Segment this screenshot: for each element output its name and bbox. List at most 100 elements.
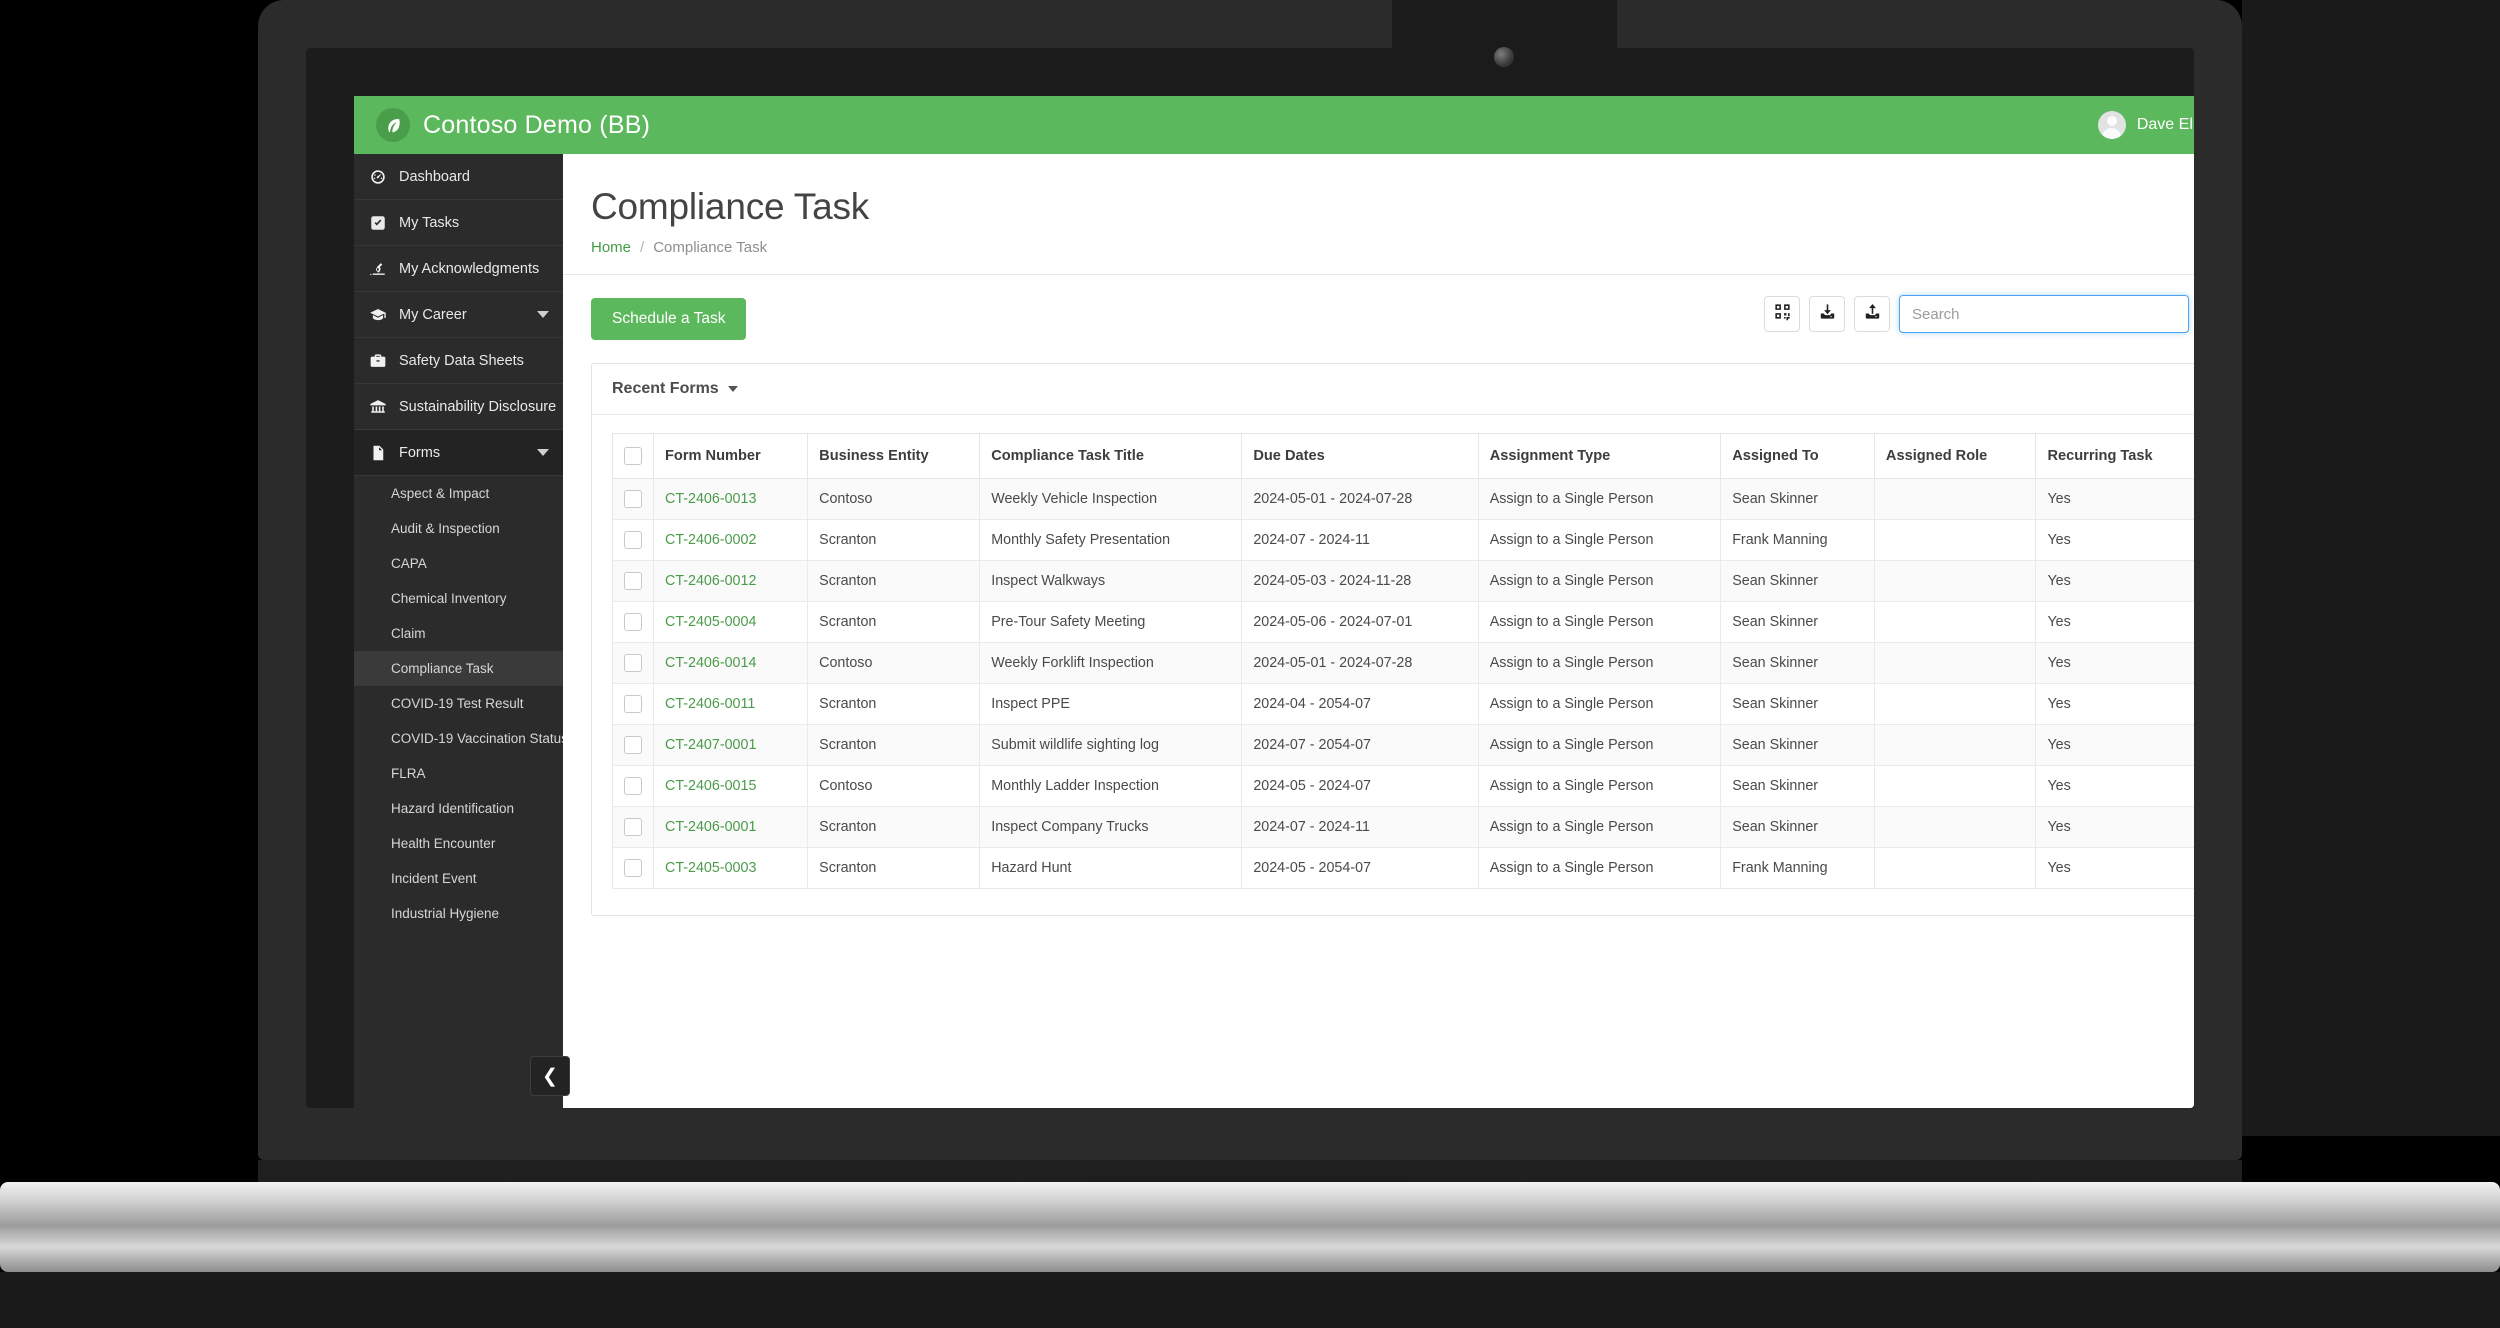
sidebar-subitem-label: Incident Event [391, 871, 477, 886]
sidebar-item-safety-data-sheets[interactable]: Safety Data Sheets [354, 338, 563, 384]
qr-code-button[interactable] [1764, 296, 1800, 332]
sidebar-subitem-chemical-inventory[interactable]: Chemical Inventory [354, 581, 563, 616]
cell-compliance-task-title: Weekly Vehicle Inspection [979, 478, 1243, 520]
chevron-down-icon[interactable] [537, 449, 549, 456]
cell-form-number[interactable]: CT-2406-0014 [652, 642, 809, 684]
qr-code-icon [1773, 302, 1792, 326]
sidebar-subitem-industrial-hygiene[interactable]: Industrial Hygiene [354, 896, 563, 931]
table-row[interactable]: CT-2406-0001 Scranton Inspect Company Truc… [612, 806, 2194, 848]
sidebar-item-label: Forms [399, 444, 441, 461]
table-row[interactable]: CT-2406-0002 Scranton Monthly Safety Prese… [612, 519, 2194, 561]
cell-assignment-type: Assign to a Single Person [1477, 765, 1722, 807]
table-row[interactable]: CT-2406-0015 Contoso Monthly Ladder Inspec… [612, 765, 2194, 807]
row-checkbox[interactable] [624, 531, 642, 549]
col-assignment-type[interactable]: Assignment Type [1477, 433, 1722, 479]
row-checkbox[interactable] [624, 695, 642, 713]
col-due-dates[interactable]: Due Dates [1241, 433, 1479, 479]
cell-business-entity: Scranton [807, 519, 981, 561]
signature-icon [368, 259, 387, 278]
sidebar-item-label: My Acknowledgments [399, 260, 540, 277]
table-row[interactable]: CT-2406-0011 Scranton Inspect PPE 2024-04 -… [612, 683, 2194, 725]
brand[interactable]: Contoso Demo (BB) [354, 108, 650, 142]
download-button[interactable] [1809, 296, 1845, 332]
sidebar-subitem-label: Health Encounter [391, 836, 496, 851]
table-row[interactable]: CT-2406-0013 Contoso Weekly Vehicle Inspec… [612, 478, 2194, 520]
sidebar-item-dashboard[interactable]: Dashboard [354, 154, 563, 200]
table-row[interactable]: CT-2406-0012 Scranton Inspect Walkways 2024… [612, 560, 2194, 602]
monitor-bezel: Contoso Demo (BB) Dave Elper Dashboard [306, 48, 2194, 1108]
sidebar-subitem-incident-event[interactable]: Incident Event [354, 861, 563, 896]
col-assigned-to[interactable]: Assigned To [1720, 433, 1875, 479]
row-checkbox[interactable] [624, 654, 642, 672]
cell-form-number[interactable]: CT-2406-0015 [652, 765, 809, 807]
cell-form-number[interactable]: CT-2406-0011 [652, 683, 809, 725]
sidebar-item-my-acknowledgments[interactable]: My Acknowledgments [354, 246, 563, 292]
col-compliance-task-title[interactable]: Compliance Task Title [979, 433, 1243, 479]
backdrop-block-1 [0, 0, 258, 130]
row-checkbox[interactable] [624, 777, 642, 795]
cell-form-number[interactable]: CT-2406-0013 [652, 478, 809, 520]
sidebar-collapse-button[interactable]: ❮ [530, 1056, 570, 1096]
user-menu[interactable]: Dave Elper [2097, 111, 2194, 139]
sidebar-subitem-covid-19-vaccination-status[interactable]: COVID-19 Vaccination Status [354, 721, 563, 756]
webcam-lens-icon [1494, 47, 1514, 67]
row-checkbox[interactable] [624, 613, 642, 631]
cell-form-number[interactable]: CT-2406-0002 [652, 519, 809, 561]
backdrop-block-2 [0, 146, 258, 301]
row-checkbox[interactable] [624, 490, 642, 508]
col-assigned-role[interactable]: Assigned Role [1873, 433, 2037, 479]
cell-form-number[interactable]: CT-2406-0001 [652, 806, 809, 848]
table-row[interactable]: CT-2405-0003 Scranton Hazard Hunt 2024-05 -… [612, 847, 2194, 889]
sidebar-subitem-capa[interactable]: CAPA [354, 546, 563, 581]
table-row[interactable]: CT-2405-0004 Scranton Pre-Tour Safety Meet… [612, 601, 2194, 643]
schedule-a-task-button[interactable]: Schedule a Task [591, 298, 747, 340]
upload-button[interactable] [1854, 296, 1890, 332]
cell-form-number[interactable]: CT-2405-0004 [652, 601, 809, 643]
sidebar-subitem-claim[interactable]: Claim [354, 616, 563, 651]
cell-business-entity: Scranton [807, 724, 981, 766]
cell-recurring-task: Yes [2035, 601, 2194, 643]
row-checkbox[interactable] [624, 736, 642, 754]
cell-due-dates: 2024-05 - 2024-07 [1241, 765, 1479, 807]
sidebar-subitem-aspect-impact[interactable]: Aspect & Impact [354, 476, 563, 511]
col-form-number[interactable]: Form Number [652, 433, 809, 479]
recent-forms-toggle[interactable]: Recent Forms [592, 364, 2194, 415]
sidebar-item-my-tasks[interactable]: My Tasks [354, 200, 563, 246]
sidebar-item-my-career[interactable]: My Career [354, 292, 563, 338]
cell-assigned-role [1873, 478, 2037, 520]
cell-form-number[interactable]: CT-2406-0012 [652, 560, 809, 602]
cell-form-number[interactable]: CT-2405-0003 [652, 847, 809, 889]
sidebar-subitem-covid-19-test-result[interactable]: COVID-19 Test Result [354, 686, 563, 721]
select-all-checkbox[interactable] [624, 447, 642, 465]
bank-icon [368, 397, 387, 416]
sidebar-subitem-flra[interactable]: FLRA [354, 756, 563, 791]
breadcrumb-home-link[interactable]: Home [591, 239, 631, 256]
row-checkbox[interactable] [624, 859, 642, 877]
sidebar-item-forms[interactable]: Forms [354, 430, 563, 476]
col-business-entity[interactable]: Business Entity [807, 433, 981, 479]
sidebar-subitem-hazard-identification[interactable]: Hazard Identification [354, 791, 563, 826]
graduation-cap-icon [368, 305, 387, 324]
briefcase-icon [368, 351, 387, 370]
sidebar[interactable]: Dashboard My Tasks My Acknowledgments My… [354, 154, 563, 1108]
search-input[interactable] [1899, 295, 2189, 333]
cell-recurring-task: Yes [2035, 724, 2194, 766]
sidebar-subitem-health-encounter[interactable]: Health Encounter [354, 826, 563, 861]
cell-assigned-to: Sean Skinner [1720, 724, 1875, 766]
cell-assigned-to: Sean Skinner [1720, 765, 1875, 807]
row-checkbox[interactable] [624, 818, 642, 836]
sidebar-subitem-compliance-task[interactable]: Compliance Task [354, 651, 563, 686]
sidebar-subitem-audit-inspection[interactable]: Audit & Inspection [354, 511, 563, 546]
sidebar-item-sustainability-disclosure[interactable]: Sustainability Disclosure [354, 384, 563, 430]
chevron-down-icon[interactable] [537, 311, 549, 318]
cell-form-number[interactable]: CT-2407-0001 [652, 724, 809, 766]
cell-due-dates: 2024-07 - 2054-07 [1241, 724, 1479, 766]
table-row[interactable]: CT-2407-0001 Scranton Submit wildlife sigh… [612, 724, 2194, 766]
toolbar-actions [1764, 295, 2194, 333]
avatar [2097, 111, 2126, 139]
col-recurring-task[interactable]: Recurring Task [2035, 433, 2194, 479]
row-select-cell [612, 683, 654, 725]
sidebar-subitem-label: Chemical Inventory [391, 591, 507, 606]
table-row[interactable]: CT-2406-0014 Contoso Weekly Forklift Inspe… [612, 642, 2194, 684]
row-checkbox[interactable] [624, 572, 642, 590]
